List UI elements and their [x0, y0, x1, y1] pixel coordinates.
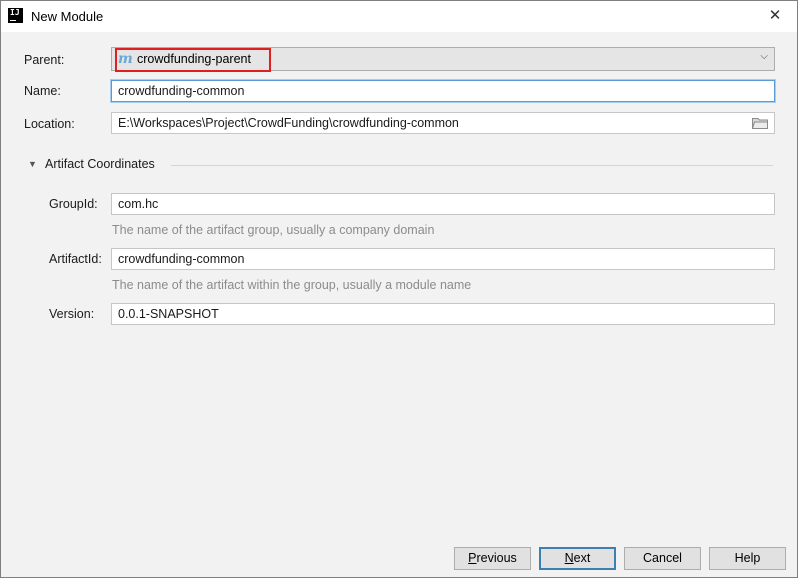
artifact-coordinates-heading[interactable]: Artifact Coordinates: [45, 157, 155, 171]
groupid-field[interactable]: com.hc: [111, 193, 775, 215]
collapse-triangle-icon[interactable]: ▼: [28, 159, 37, 169]
version-label: Version:: [49, 307, 95, 321]
artifactid-hint: The name of the artifact within the grou…: [112, 278, 472, 292]
groupid-hint: The name of the artifact group, usually …: [112, 223, 435, 237]
chevron-down-icon[interactable]: ⌵: [760, 51, 768, 62]
artifactid-label: ArtifactId:: [49, 252, 102, 266]
previous-mnemonic: P: [468, 551, 477, 565]
previous-button[interactable]: Previous: [454, 547, 531, 570]
location-field[interactable]: E:\Workspaces\Project\CrowdFunding\crowd…: [111, 112, 775, 134]
maven-module-icon: m: [118, 51, 133, 67]
intellij-idea-icon: IJ: [8, 8, 23, 23]
previous-label: revious: [476, 551, 517, 565]
section-divider: [171, 165, 773, 166]
next-button[interactable]: Next: [539, 547, 616, 570]
version-field[interactable]: 0.0.1-SNAPSHOT: [111, 303, 775, 325]
name-label: Name:: [24, 84, 61, 98]
help-button[interactable]: Help: [709, 547, 786, 570]
location-value: E:\Workspaces\Project\CrowdFunding\crowd…: [118, 116, 459, 130]
parent-value: crowdfunding-parent: [137, 52, 251, 66]
next-label: ext: [573, 551, 591, 565]
groupid-label: GroupId:: [49, 197, 98, 211]
cancel-button[interactable]: Cancel: [624, 547, 701, 570]
location-label: Location:: [24, 117, 75, 131]
parent-label: Parent:: [24, 53, 65, 67]
name-field[interactable]: crowdfunding-common: [111, 80, 775, 102]
close-icon[interactable]: ✕: [761, 5, 789, 27]
next-mnemonic: N: [564, 551, 574, 565]
parent-dropdown[interactable]: m crowdfunding-parent ⌵: [111, 47, 775, 72]
folder-icon[interactable]: [752, 117, 768, 129]
title-bar[interactable]: IJ New Module ✕: [1, 1, 797, 32]
dialog-title: New Module: [31, 9, 104, 24]
new-module-dialog: IJ New Module ✕ Parent: m crowdfunding-p…: [0, 0, 798, 578]
artifactid-field[interactable]: crowdfunding-common: [111, 248, 775, 270]
